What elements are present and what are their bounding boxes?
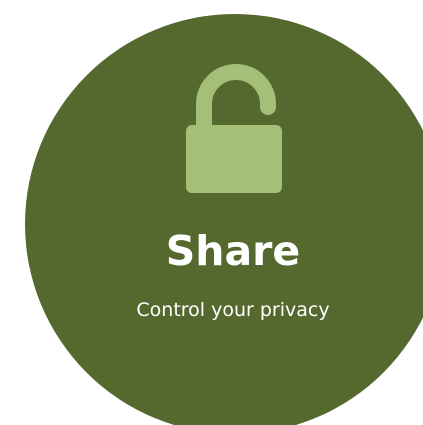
padlock-body — [186, 125, 282, 193]
unlocked-padlock-icon — [186, 64, 282, 193]
card-subtitle: Control your privacy — [136, 299, 330, 321]
padlock-shackle — [196, 64, 276, 135]
share-card-canvas: Share Control your privacy — [0, 0, 423, 425]
card-title: Share — [165, 227, 301, 275]
